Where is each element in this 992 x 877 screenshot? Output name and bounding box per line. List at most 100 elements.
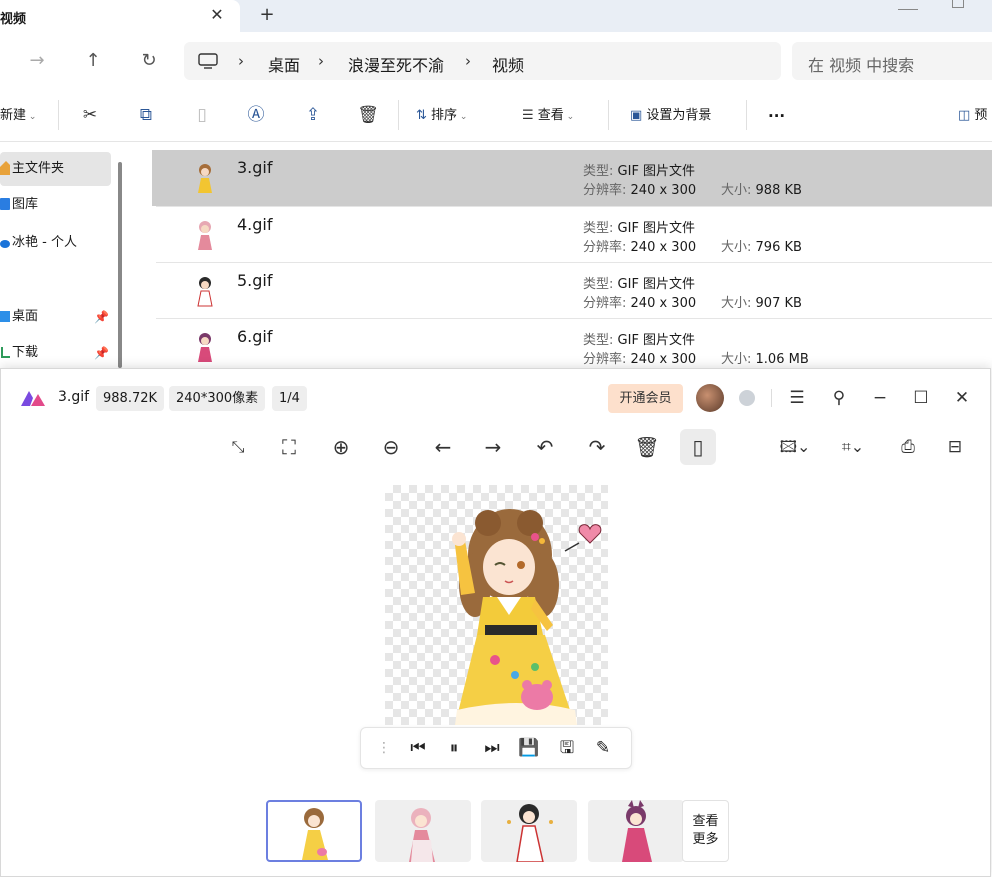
file-row[interactable]: 3.gif 类型: GIF 图片文件 分辨率: 240 x 300 大小: 98… (152, 150, 992, 206)
position-chip: 1/4 (272, 386, 307, 411)
computer-icon (198, 53, 218, 69)
close-icon[interactable]: ✕ (949, 385, 975, 411)
zoom-in-icon[interactable]: ⊕ (323, 429, 359, 465)
sort-button[interactable]: ⇅ 排序 ⌄ (416, 104, 467, 128)
new-button[interactable]: 新建 ⌄ (0, 104, 36, 128)
thumbnail-4-gif[interactable] (375, 800, 471, 862)
size-label: 大小: (721, 352, 752, 367)
zoom-out-icon[interactable]: ⊖ (373, 429, 409, 465)
file-row[interactable]: 6.gif 类型: GIF 图片文件 分辨率: 240 x 300 大小: 1.… (152, 319, 992, 368)
edit-icon[interactable]: ✎ (590, 735, 616, 761)
thumbnail-image (302, 808, 328, 860)
maximize-icon[interactable]: ☐ (908, 385, 934, 411)
type-value: GIF 图片文件 (617, 221, 696, 236)
previous-icon[interactable]: ← (425, 429, 461, 465)
image-canvas[interactable] (385, 485, 608, 725)
rotate-left-icon[interactable]: ↶ (527, 429, 563, 465)
viewer-filename: 3.gif (58, 389, 90, 405)
new-tab-button[interactable]: + (256, 4, 278, 26)
sidebar-label: 桌面 (12, 309, 39, 324)
toolbox-icon[interactable]: ⊟ (937, 429, 973, 465)
tab-video[interactable]: 视频 ✕ (0, 0, 240, 32)
breadcrumb-separator: › (238, 52, 244, 70)
type-value: GIF 图片文件 (617, 164, 696, 179)
maximize-icon[interactable] (952, 0, 964, 8)
minimize-icon[interactable] (898, 0, 918, 10)
badge-icon[interactable] (739, 390, 755, 406)
forward-button[interactable]: → (24, 48, 50, 74)
file-size: 大小: 1.06 MB (721, 348, 809, 367)
sidebar-item-onedrive[interactable]: 冰艳 - 个人 (0, 226, 111, 260)
thumbnail-5-gif[interactable] (481, 800, 577, 862)
image-edit-dropdown-icon[interactable]: 🖾⌄ (775, 429, 815, 465)
playback-bar: ⋮ ⏮ ⏸ ⏭ 💾 🖫 ✎ (360, 727, 632, 769)
up-button[interactable]: ↑ (80, 48, 106, 74)
res-label: 分辨率: (583, 183, 627, 198)
view-button[interactable]: ☰ 查看 ⌄ (522, 104, 574, 128)
view-more-button[interactable]: 查看 更多 (682, 800, 729, 862)
sidebar-label: 图库 (12, 197, 39, 212)
previous-frame-icon[interactable]: ⏮ (405, 735, 431, 761)
type-label: 类型: (583, 221, 614, 236)
rename-icon[interactable]: Ⓐ (244, 102, 268, 128)
delete-icon[interactable]: 🗑 (629, 429, 665, 465)
cut-icon[interactable]: ✂ (78, 102, 102, 128)
size-label: 大小: (721, 296, 752, 311)
set-background-label: 设置为背景 (646, 108, 712, 123)
pin-icon[interactable]: 📌 (94, 300, 109, 334)
share-icon[interactable]: ⇪ (301, 102, 325, 128)
next-frame-icon[interactable]: ⏭ (479, 735, 505, 761)
pause-icon[interactable]: ⏸ (441, 735, 467, 761)
fit-window-icon[interactable]: ⤡ (220, 429, 256, 465)
menu-icon[interactable]: ☰ (784, 385, 810, 411)
print-icon[interactable]: ⎙ (890, 429, 926, 465)
pin-icon[interactable]: 📌 (94, 336, 109, 370)
crop-dropdown-icon[interactable]: ⌗⌄ (833, 429, 873, 465)
breadcrumb-video[interactable]: 视频 (492, 52, 524, 76)
next-icon[interactable]: → (475, 429, 511, 465)
gif-thumbnail-icon (198, 221, 212, 250)
type-value: GIF 图片文件 (617, 277, 696, 292)
paste-icon[interactable]: ▯ (190, 102, 214, 128)
save-frame-icon[interactable]: 💾 (516, 735, 542, 761)
minimize-icon[interactable]: − (867, 385, 893, 411)
sidebar-item-desktop[interactable]: 桌面 📌 (0, 300, 111, 334)
thumbnail-image (622, 800, 652, 862)
gallery-icon (0, 198, 10, 210)
copy-icon[interactable]: ⧉ (134, 102, 158, 128)
set-background-button[interactable]: ▣ 设置为背景 (630, 104, 711, 128)
drag-handle-icon[interactable]: ⋮ (371, 735, 397, 761)
sidebar-item-home[interactable]: 主文件夹 (0, 152, 111, 186)
view-more-label-top: 查看 (692, 814, 719, 829)
delete-icon[interactable]: 🗑 (356, 102, 380, 128)
details-pane-button[interactable]: ◫ 预 (958, 104, 987, 128)
refresh-button[interactable]: ↻ (136, 48, 162, 74)
mouse-mode-icon[interactable]: ▯ (680, 429, 716, 465)
file-row[interactable]: 4.gif 类型: GIF 图片文件 分辨率: 240 x 300 大小: 79… (152, 207, 992, 263)
breadcrumb-folder[interactable]: 浪漫至死不渝 (348, 52, 444, 76)
sidebar-item-gallery[interactable]: 图库 (0, 188, 111, 222)
view-label: 查看 (537, 108, 564, 123)
sort-label: 排序 (431, 108, 458, 123)
dimensions-chip: 240*300像素 (169, 386, 266, 411)
thumbnail-6-gif[interactable] (588, 800, 684, 862)
sidebar-scrollbar[interactable] (118, 162, 122, 368)
breadcrumb-desktop[interactable]: 桌面 (268, 52, 300, 76)
breadcrumb[interactable]: › 桌面 › 浪漫至死不渝 › 视频 (184, 42, 781, 80)
search-placeholder: 在 视频 中搜索 (808, 56, 915, 75)
gif-thumbnail-icon (198, 333, 212, 362)
close-tab-icon[interactable]: ✕ (206, 4, 228, 26)
file-row[interactable]: 5.gif 类型: GIF 图片文件 分辨率: 240 x 300 大小: 90… (152, 263, 992, 319)
avatar[interactable] (696, 384, 724, 412)
vip-button[interactable]: 开通会员 (608, 384, 683, 413)
pin-window-icon[interactable]: ⚲ (826, 385, 852, 411)
search-input[interactable]: 在 视频 中搜索 (792, 42, 992, 80)
save-all-frames-icon[interactable]: 🖫 (554, 735, 580, 761)
rotate-right-icon[interactable]: ↷ (579, 429, 615, 465)
file-resolution: 分辨率: 240 x 300 (583, 292, 696, 311)
thumbnail-3-gif[interactable] (266, 800, 362, 862)
more-options-button[interactable]: ··· (768, 104, 785, 128)
navigation-pane: 主文件夹 图库 冰艳 - 个人 桌面 📌 下载 📌 (0, 142, 125, 423)
sidebar-item-downloads[interactable]: 下载 📌 (0, 336, 111, 370)
fullscreen-icon[interactable]: ⛶ (271, 429, 307, 465)
